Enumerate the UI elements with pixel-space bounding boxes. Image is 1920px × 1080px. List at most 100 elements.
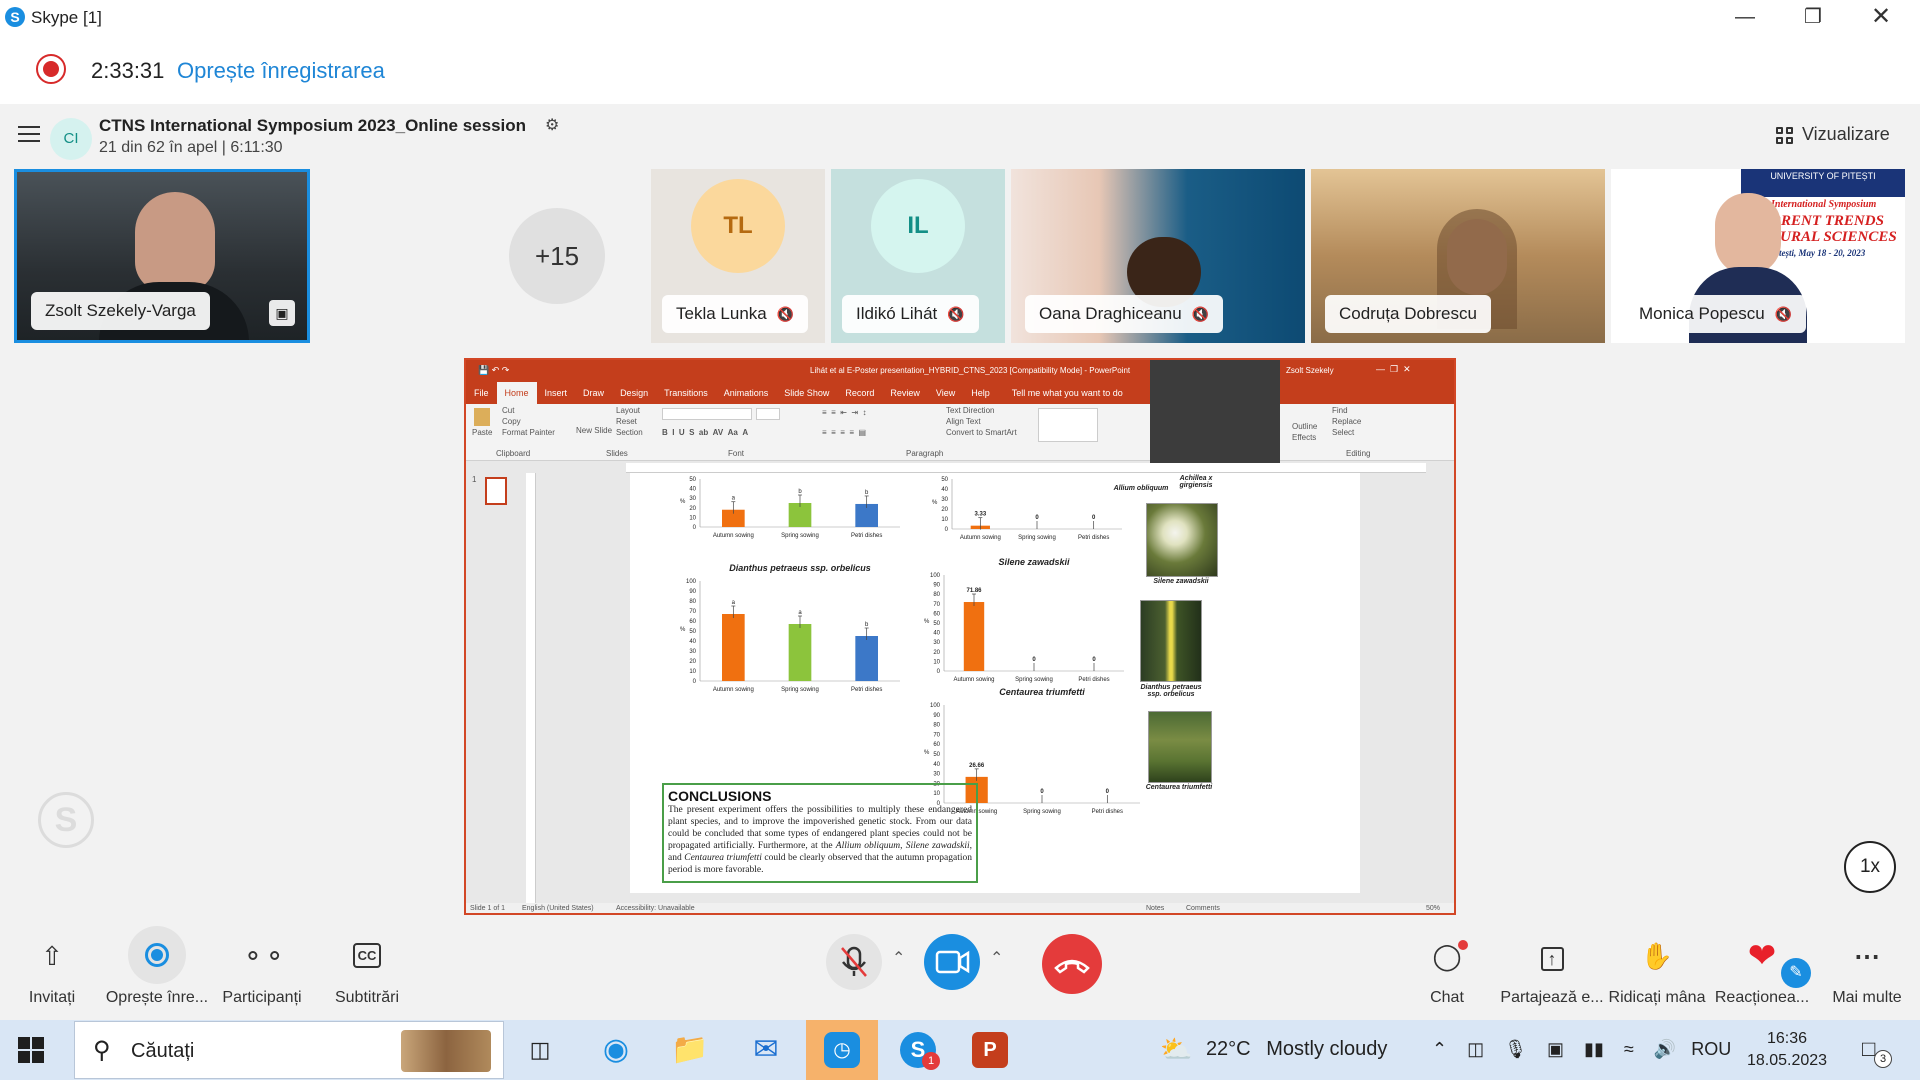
stop-recording-button[interactable]: Oprește înre... [102,916,212,1020]
camera-toggle-button[interactable] [924,934,980,990]
more-options-button[interactable]: ⋯ Mai multe [1812,916,1920,1020]
hand-icon: ✋ [1640,941,1674,971]
ppt-tab[interactable]: Animations [716,382,777,398]
taskbar-app-active[interactable]: ◷ [806,1020,878,1080]
data-label: 0 [1106,789,1110,795]
stop-recording-link[interactable]: Oprește înregistrarea [177,58,385,84]
hamburger-menu-icon[interactable] [18,126,40,142]
chat-button[interactable]: ◯ Chat [1392,916,1502,1020]
ppt-tab[interactable]: Transitions [656,382,716,398]
view-button[interactable]: Vizualizare [1802,124,1890,145]
tick-label: 30 [933,640,940,646]
ppt-tab[interactable]: File [466,382,497,398]
taskbar-clock[interactable]: 16:36 18.05.2023 [1742,1028,1832,1072]
file-explorer-icon[interactable]: 📁 [666,1026,714,1074]
playback-speed-button[interactable]: 1x [1844,841,1896,893]
weather-widget[interactable]: ⛅ 22°C Mostly cloudy [1160,1034,1387,1065]
tick-label: 0 [693,525,697,531]
tick-label: 20 [941,507,948,513]
gear-icon[interactable]: ⚙ [545,115,559,135]
react-button[interactable]: ❤ ✎ Reacționea... [1707,916,1817,1020]
video-camera-icon [935,950,970,974]
ppt-tab[interactable]: Review [882,382,928,398]
hang-up-button[interactable] [1042,934,1102,994]
task-view-icon[interactable]: ◫ [516,1026,564,1074]
participant-tile-codruta[interactable]: Codruța Dobrescu [1311,169,1605,343]
category-label: Spring sowing [1015,677,1053,683]
participant-tile-ildiko[interactable]: IL Ildikó Lihát 🔇 [831,169,1005,343]
list-icons: ≡ ≡ ⇤ ⇥ ↕ [822,408,867,417]
ppt-tab[interactable]: Home [496,382,537,404]
axis-label: % [924,750,930,756]
recording-dot [43,61,59,77]
participants-button[interactable]: ⚬⚬ Participanți [207,916,317,1020]
restore-icon[interactable]: ❐ [1784,0,1842,34]
data-label: 26.66 [969,763,985,769]
tick-label: 90 [933,583,940,589]
photo-caption: Silene zawadskii [1153,578,1209,585]
grid-view-icon[interactable] [1776,127,1794,145]
shared-powerpoint-window: 💾 ↶ ↷ Lihát et al E-Poster presentation_… [464,358,1456,915]
share-screen-button[interactable]: ↑ Partajează e... [1497,916,1607,1020]
screen-share-icon[interactable]: ▣ [269,300,295,326]
font-format-icons: B I U S ab AV Aa A [662,428,749,437]
ppt-tab[interactable]: Draw [575,382,612,398]
meet-now-icon: ◫ [1467,1039,1485,1059]
edge-browser-icon[interactable]: ◉ [592,1026,640,1074]
chart-title: Silene zawadskii [998,557,1070,567]
ppt-tab[interactable]: View [928,382,963,398]
self-video-tile[interactable]: Zsolt Szekely-Varga ▣ [14,169,310,343]
participant-tile-oana[interactable]: Oana Draghiceanu 🔇 [1011,169,1305,343]
system-tray[interactable]: ⌃ ◫ 🎙 ▣ ▮▮ ≈ 🔊 ROU [1432,1039,1731,1060]
tick-label: 40 [933,762,940,768]
category-label: Petri dishes [1078,535,1109,541]
minimize-icon[interactable]: — [1716,0,1774,34]
powerpoint-taskbar-icon[interactable]: P [966,1026,1014,1074]
mic-options-chevron-icon[interactable]: ⌃ [892,948,905,968]
pencil-icon[interactable]: ✎ [1781,958,1811,988]
people-icon: ⚬⚬ [242,941,286,971]
data-label: 0 [1092,515,1096,521]
tick-label: 0 [945,527,949,533]
more-participants-button[interactable]: +15 [509,208,605,304]
category-label: Autumn sowing [713,687,754,693]
close-icon[interactable]: ✕ [1852,0,1910,34]
windows-start-icon[interactable] [18,1037,44,1063]
photo-dianthus [1140,600,1202,682]
tick-label: 100 [686,579,697,585]
vertical-ruler [526,473,536,903]
ppt-tab[interactable]: Help [963,382,998,398]
ppt-tab[interactable]: Tell me what you want to do [1004,382,1131,398]
conclusions-title: CONCLUSIONS [668,788,772,804]
record-dot-icon [151,949,163,961]
tick-label: 60 [933,611,940,617]
conversation-title[interactable]: CTNS International Symposium 2023_Online… [99,116,526,136]
muted-mic-icon: 🔇 [947,306,965,322]
captions-button[interactable]: CC Subtitrări [312,916,422,1020]
ppt-tab[interactable]: Insert [537,382,576,398]
significance-letter: b [865,622,869,628]
camera-options-chevron-icon[interactable]: ⌃ [990,948,1003,968]
conclusions-box: CONCLUSIONS The present experiment offer… [662,783,978,883]
raise-hand-button[interactable]: ✋ Ridicați mâna [1602,916,1712,1020]
tick-label: 20 [933,650,940,656]
mute-microphone-button[interactable] [826,934,882,990]
axis-label: % [680,499,686,505]
partly-cloudy-icon: ⛅ [1160,1034,1193,1064]
taskbar-search-box[interactable]: ⚲ Căutați [74,1021,504,1079]
notifications-icon[interactable]: □ 3 [1862,1036,1892,1068]
tick-label: 50 [941,477,948,483]
participant-tile-monica[interactable]: UNIVERSITY OF PITEȘTI International Symp… [1611,169,1905,343]
ppt-tab[interactable]: Design [612,382,656,398]
ppt-tab[interactable]: Slide Show [776,382,837,398]
conversation-avatar[interactable]: CI [50,118,92,160]
participant-tile-tekla[interactable]: TL Tekla Lunka 🔇 [651,169,825,343]
search-icon: ⚲ [93,1037,111,1064]
mail-icon[interactable]: ✉ [742,1026,790,1074]
slide-thumbnail[interactable] [485,477,507,505]
skype-taskbar-icon[interactable]: S 1 [894,1026,942,1074]
tick-label: 40 [933,631,940,637]
poster-header: UNIVERSITY OF PITEȘTI [1741,169,1905,197]
ppt-tab[interactable]: Record [837,382,882,398]
invite-button[interactable]: ⇧ Invitați [0,916,107,1020]
